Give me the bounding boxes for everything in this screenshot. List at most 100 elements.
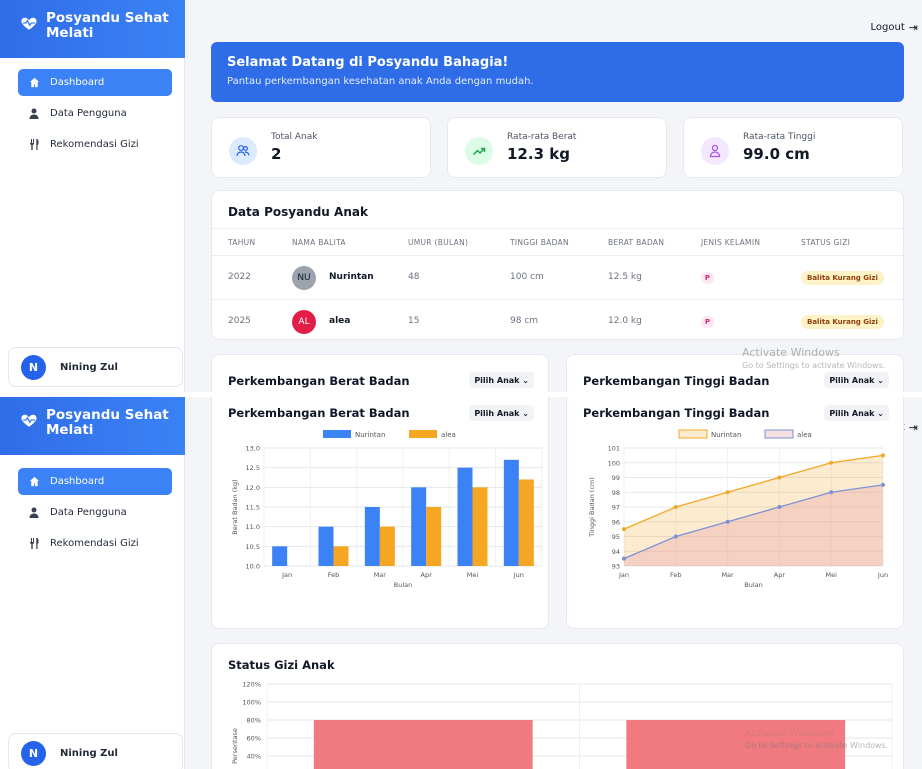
status-badge: Balita Kurang Gizi (801, 315, 884, 329)
pilih-anak-dropdown[interactable]: Pilih Anak ⌄ (824, 372, 889, 388)
cell-umur: 48 (408, 272, 420, 282)
table-row[interactable]: 2022 NU Nurintan 48 100 cm 12.5 kg P Bal… (212, 256, 903, 300)
users-icon (229, 137, 257, 165)
stat-label: Rata-rata Berat (507, 132, 577, 142)
sidebar-item-data-pengguna[interactable]: Data Pengguna (18, 499, 172, 526)
y-tick-label: 80% (247, 717, 261, 725)
column-header: TAHUN (228, 238, 256, 247)
status-badge: Balita Kurang Gizi (801, 271, 884, 285)
bar-alea (518, 479, 534, 566)
x-tick-label: Jun (513, 571, 524, 579)
y-tick-label: 100 (608, 459, 620, 467)
pilih-anak-dropdown[interactable]: Pilih Anak ⌄ (469, 405, 534, 421)
point-alea (777, 505, 782, 509)
avatar: N (21, 740, 46, 766)
brand-header[interactable]: Posyandu Sehat Melati (0, 397, 185, 455)
brand-header[interactable]: Posyandu Sehat Melati (0, 0, 185, 58)
data-table-card: Data Posyandu Anak TAHUN NAMA BALITA UMU… (211, 190, 904, 340)
watermark-line2: Go to Settings to activate Windows. (745, 741, 889, 750)
sidebar-nav: Dashboard Data Pengguna Rekomendasi Gizi (18, 468, 172, 561)
chevron-down-icon: ⌄ (877, 375, 884, 385)
table-row[interactable]: 2025 AL alea 15 98 cm 12.0 kg P Balita K… (212, 300, 903, 339)
y-axis-label: Berat Badan (kg) (231, 479, 239, 534)
point-alea (725, 519, 730, 524)
stat-card-total-anak: Total Anak 2 (211, 117, 431, 178)
sidebar-item-rekomendasi-gizi[interactable]: Rekomendasi Gizi (18, 530, 172, 557)
home-icon (28, 77, 40, 89)
home-icon (28, 476, 40, 488)
watermark-line1: Activate Windows (742, 346, 840, 359)
legend-swatch (764, 429, 794, 439)
pilih-anak-dropdown[interactable]: Pilih Anak ⌄ (824, 405, 889, 421)
point-alea (829, 490, 834, 495)
user-profile[interactable]: N Nining Zul (8, 733, 183, 769)
logout-icon: ⇥ (908, 421, 918, 434)
cell-nama: alea (329, 316, 351, 326)
sidebar-item-dashboard[interactable]: Dashboard (18, 468, 172, 495)
x-tick-label: Apr (774, 571, 786, 579)
user-icon (28, 108, 40, 120)
bar-alea (426, 507, 442, 566)
sidebar-item-dashboard[interactable]: Dashboard (18, 69, 172, 96)
logout-label: Logout (870, 22, 905, 33)
y-axis-label: Persentase (231, 728, 239, 764)
stat-label: Total Anak (271, 132, 318, 142)
cell-nama: Nurintan (329, 272, 374, 282)
stat-label: Rata-rata Tinggi (743, 132, 816, 142)
sidebar-item-label: Rekomendasi Gizi (50, 538, 139, 549)
column-header: UMUR (BULAN) (408, 238, 469, 247)
table-header: TAHUN NAMA BALITA UMUR (BULAN) TINGGI BA… (212, 228, 903, 256)
bar-nurintan (411, 487, 427, 566)
heart-pulse-icon (21, 414, 37, 427)
pilih-anak-dropdown[interactable]: Pilih Anak ⌄ (469, 372, 534, 388)
watermark-line1: Activate Windows (745, 728, 834, 739)
dashboard-view-scrolled: Posyandu Sehat Melati Dashboard Data Pen… (0, 397, 922, 769)
y-tick-label: 60% (247, 735, 261, 743)
point-nurintan (881, 453, 885, 458)
logout-button[interactable]: Logout ⇥ (871, 21, 918, 34)
point-alea (622, 556, 626, 561)
legend-label: alea (441, 431, 456, 439)
sidebar-item-label: Dashboard (50, 77, 105, 88)
y-tick-label: 94 (612, 548, 620, 556)
bar-nurintan (318, 526, 334, 566)
point-alea (881, 482, 885, 487)
stat-value: 2 (271, 145, 282, 163)
cell-tinggi: 98 cm (510, 316, 539, 326)
status-gizi-chart: 120% 100% 80% 60% 40% Persentase (231, 681, 893, 769)
sidebar-item-data-pengguna[interactable]: Data Pengguna (18, 100, 172, 127)
bar-nurintan (503, 459, 519, 566)
y-tick-label: 99 (612, 474, 620, 482)
dashboard-view-top: Posyandu Sehat Melati Dashboard Data Pen… (0, 0, 922, 392)
y-tick-label: 11.0 (246, 523, 260, 531)
chevron-down-icon: ⌄ (877, 408, 884, 418)
legend-swatch (323, 430, 351, 438)
legend-label: alea (797, 431, 812, 439)
point-nurintan (725, 490, 730, 495)
sidebar-item-label: Data Pengguna (50, 108, 127, 119)
user-outline-icon (701, 137, 729, 165)
bar-alea (472, 487, 488, 566)
y-tick-label: 120% (242, 681, 261, 689)
user-name: Nining Zul (60, 747, 118, 759)
activate-windows-watermark: Activate Windows Go to Settings to activ… (742, 346, 885, 370)
sidebar-item-rekomendasi-gizi[interactable]: Rekomendasi Gizi (18, 131, 172, 158)
chart-card-tinggi-badan: Perkembangan Tinggi Badan Pilih Anak ⌄ N… (566, 397, 904, 629)
y-tick-label: 100% (242, 699, 261, 707)
welcome-banner: Selamat Datang di Posyandu Bahagia! Pant… (211, 42, 904, 102)
dropdown-label: Pilih Anak (474, 375, 520, 385)
gender-badge: P (701, 272, 714, 284)
user-profile[interactable]: N Nining Zul (8, 347, 183, 387)
y-tick-label: 97 (612, 504, 620, 512)
avatar: NU (292, 266, 316, 290)
x-tick-label: Mar (374, 571, 387, 579)
legend-swatch (409, 430, 437, 438)
y-tick-label: 95 (612, 533, 620, 541)
y-tick-label: 40% (247, 753, 261, 761)
user-name: Nining Zul (60, 361, 118, 373)
bar-alea (333, 546, 349, 566)
bar-alea (379, 526, 395, 566)
x-tick-label: Jun (877, 571, 888, 579)
y-axis-label: Tinggi Badan (cm) (588, 477, 596, 538)
point-nurintan (777, 475, 782, 480)
